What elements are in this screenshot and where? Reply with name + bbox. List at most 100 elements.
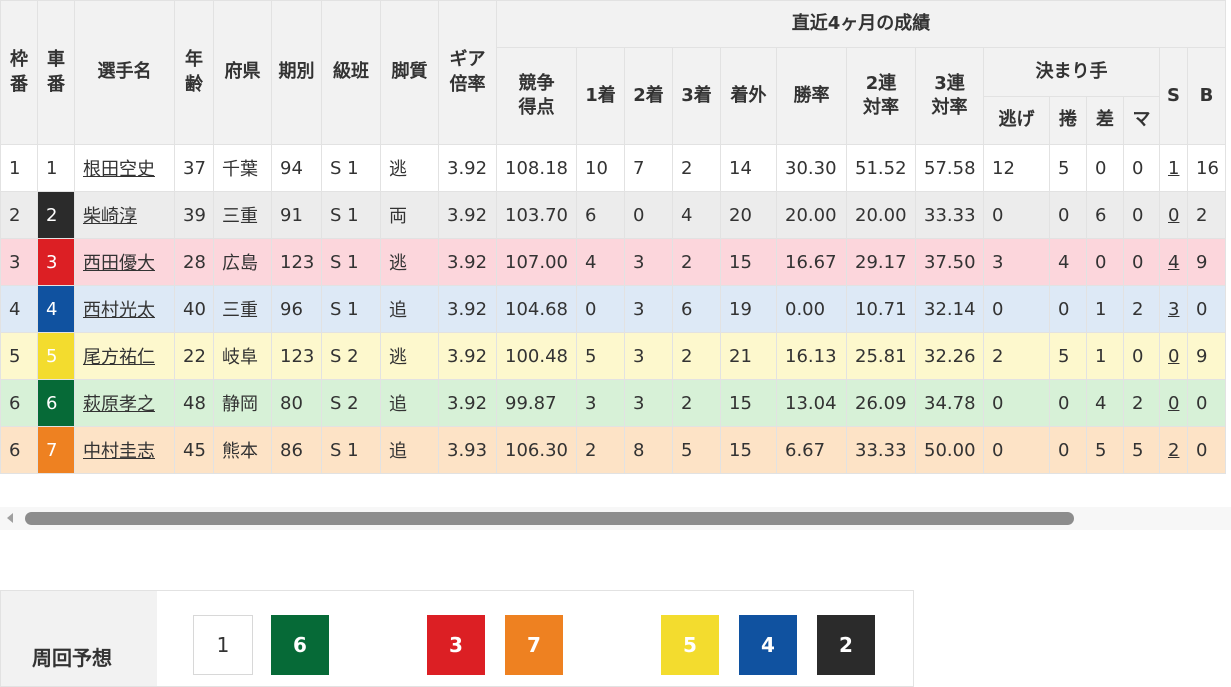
rider-name-link[interactable]: 中村圭志 [83, 441, 155, 462]
second-cell: 8 [624, 426, 673, 474]
third-cell: 2 [672, 144, 721, 192]
s-cell[interactable]: 0 [1159, 379, 1188, 427]
header-ren2-text: 2連対率 [863, 72, 899, 118]
style-cell: 追 [380, 285, 439, 333]
ren3-cell: 57.58 [915, 144, 984, 192]
score-cell: 104.68 [496, 285, 577, 333]
win-rate-cell: 16.67 [776, 238, 847, 286]
waku-cell: 1 [0, 144, 38, 192]
s-cell[interactable]: 1 [1159, 144, 1188, 192]
second-cell: 3 [624, 379, 673, 427]
out-cell: 21 [720, 332, 777, 380]
rider-rows: 1 1 根田空史 37 千葉 94 S 1 逃 3.92 108.18 10 7… [0, 144, 1226, 474]
third-cell: 6 [672, 285, 721, 333]
table-row: 4 4 西村光太 40 三重 96 S 1 追 3.92 104.68 0 3 … [0, 285, 1226, 333]
b-cell: 9 [1187, 238, 1226, 286]
header-kimarite: 決まり手 [983, 47, 1160, 97]
prediction-car-chip: 6 [271, 615, 329, 675]
waku-cell: 6 [0, 426, 38, 474]
header-term: 期別 [271, 0, 322, 145]
rider-name-cell: 中村圭志 [74, 426, 175, 474]
out-cell: 14 [720, 144, 777, 192]
mark-cell: 5 [1123, 426, 1160, 474]
rider-name-link[interactable]: 尾方祐仁 [83, 347, 155, 368]
gear-cell: 3.92 [438, 379, 497, 427]
makuri-cell: 5 [1049, 144, 1087, 192]
third-cell: 5 [672, 426, 721, 474]
car-number-cell: 5 [37, 332, 75, 380]
prefecture-cell: 岐阜 [213, 332, 272, 380]
second-cell: 3 [624, 238, 673, 286]
first-cell: 4 [576, 238, 625, 286]
rider-name-link[interactable]: 萩原孝之 [83, 394, 155, 415]
mark-cell: 0 [1123, 238, 1160, 286]
ren3-cell: 33.33 [915, 191, 984, 239]
car-number-cell: 7 [37, 426, 75, 474]
ren2-cell: 25.81 [846, 332, 916, 380]
nige-cell: 0 [983, 191, 1050, 239]
class-cell: S 1 [321, 238, 381, 286]
rider-name-cell: 西村光太 [74, 285, 175, 333]
win-rate-cell: 13.04 [776, 379, 847, 427]
out-cell: 15 [720, 238, 777, 286]
age-cell: 45 [174, 426, 214, 474]
term-cell: 94 [271, 144, 322, 192]
table-row: 1 1 根田空史 37 千葉 94 S 1 逃 3.92 108.18 10 7… [0, 144, 1226, 192]
second-cell: 0 [624, 191, 673, 239]
ren2-cell: 29.17 [846, 238, 916, 286]
class-cell: S 2 [321, 379, 381, 427]
header-class: 級班 [321, 0, 381, 145]
gear-cell: 3.92 [438, 144, 497, 192]
s-cell[interactable]: 0 [1159, 332, 1188, 380]
second-cell: 3 [624, 285, 673, 333]
entry-table: 枠番 車番 選手名 年齢 府県 期別 級班 脚質 ギア倍率 直近4ヶ月の成績 競… [0, 0, 1226, 474]
first-cell: 6 [576, 191, 625, 239]
scrollbar-thumb[interactable] [25, 512, 1074, 525]
rider-name-link[interactable]: 柴崎淳 [83, 206, 137, 227]
out-cell: 15 [720, 379, 777, 427]
rider-name-link[interactable]: 根田空史 [83, 159, 155, 180]
prefecture-cell: 千葉 [213, 144, 272, 192]
makuri-cell: 0 [1049, 191, 1087, 239]
nige-cell: 3 [983, 238, 1050, 286]
header-s: S [1159, 47, 1188, 145]
win-rate-cell: 30.30 [776, 144, 847, 192]
scroll-left-arrow-icon[interactable] [7, 513, 13, 523]
s-cell[interactable]: 2 [1159, 426, 1188, 474]
first-cell: 10 [576, 144, 625, 192]
table-row: 6 6 萩原孝之 48 静岡 80 S 2 追 3.92 99.87 3 3 2… [0, 379, 1226, 427]
prefecture-cell: 三重 [213, 285, 272, 333]
third-cell: 2 [672, 379, 721, 427]
age-cell: 40 [174, 285, 214, 333]
ren2-cell: 10.71 [846, 285, 916, 333]
horizontal-scrollbar[interactable] [0, 507, 1231, 530]
table-row: 5 5 尾方祐仁 22 岐阜 123 S 2 逃 3.92 100.48 5 3… [0, 332, 1226, 380]
win-rate-cell: 20.00 [776, 191, 847, 239]
ren3-cell: 37.50 [915, 238, 984, 286]
second-cell: 3 [624, 332, 673, 380]
header-age: 年齢 [174, 0, 214, 145]
class-cell: S 2 [321, 332, 381, 380]
sashi-cell: 0 [1086, 238, 1124, 286]
rider-name-cell: 柴崎淳 [74, 191, 175, 239]
mark-cell: 2 [1123, 379, 1160, 427]
style-cell: 両 [380, 191, 439, 239]
rider-name-link[interactable]: 西田優大 [83, 253, 155, 274]
header-recent-results: 直近4ヶ月の成績 [496, 0, 1226, 48]
age-cell: 48 [174, 379, 214, 427]
rider-name-link[interactable]: 西村光太 [83, 300, 155, 321]
s-cell[interactable]: 0 [1159, 191, 1188, 239]
prediction-car-chip: 1 [193, 615, 253, 675]
class-cell: S 1 [321, 285, 381, 333]
sashi-cell: 4 [1086, 379, 1124, 427]
lap-prediction-label: 周回予想 [32, 646, 112, 670]
car-number-cell: 2 [37, 191, 75, 239]
out-cell: 20 [720, 191, 777, 239]
score-cell: 103.70 [496, 191, 577, 239]
car-number-cell: 6 [37, 379, 75, 427]
s-cell[interactable]: 3 [1159, 285, 1188, 333]
style-cell: 逃 [380, 238, 439, 286]
win-rate-cell: 0.00 [776, 285, 847, 333]
s-cell[interactable]: 4 [1159, 238, 1188, 286]
prediction-car-chip: 4 [739, 615, 797, 675]
